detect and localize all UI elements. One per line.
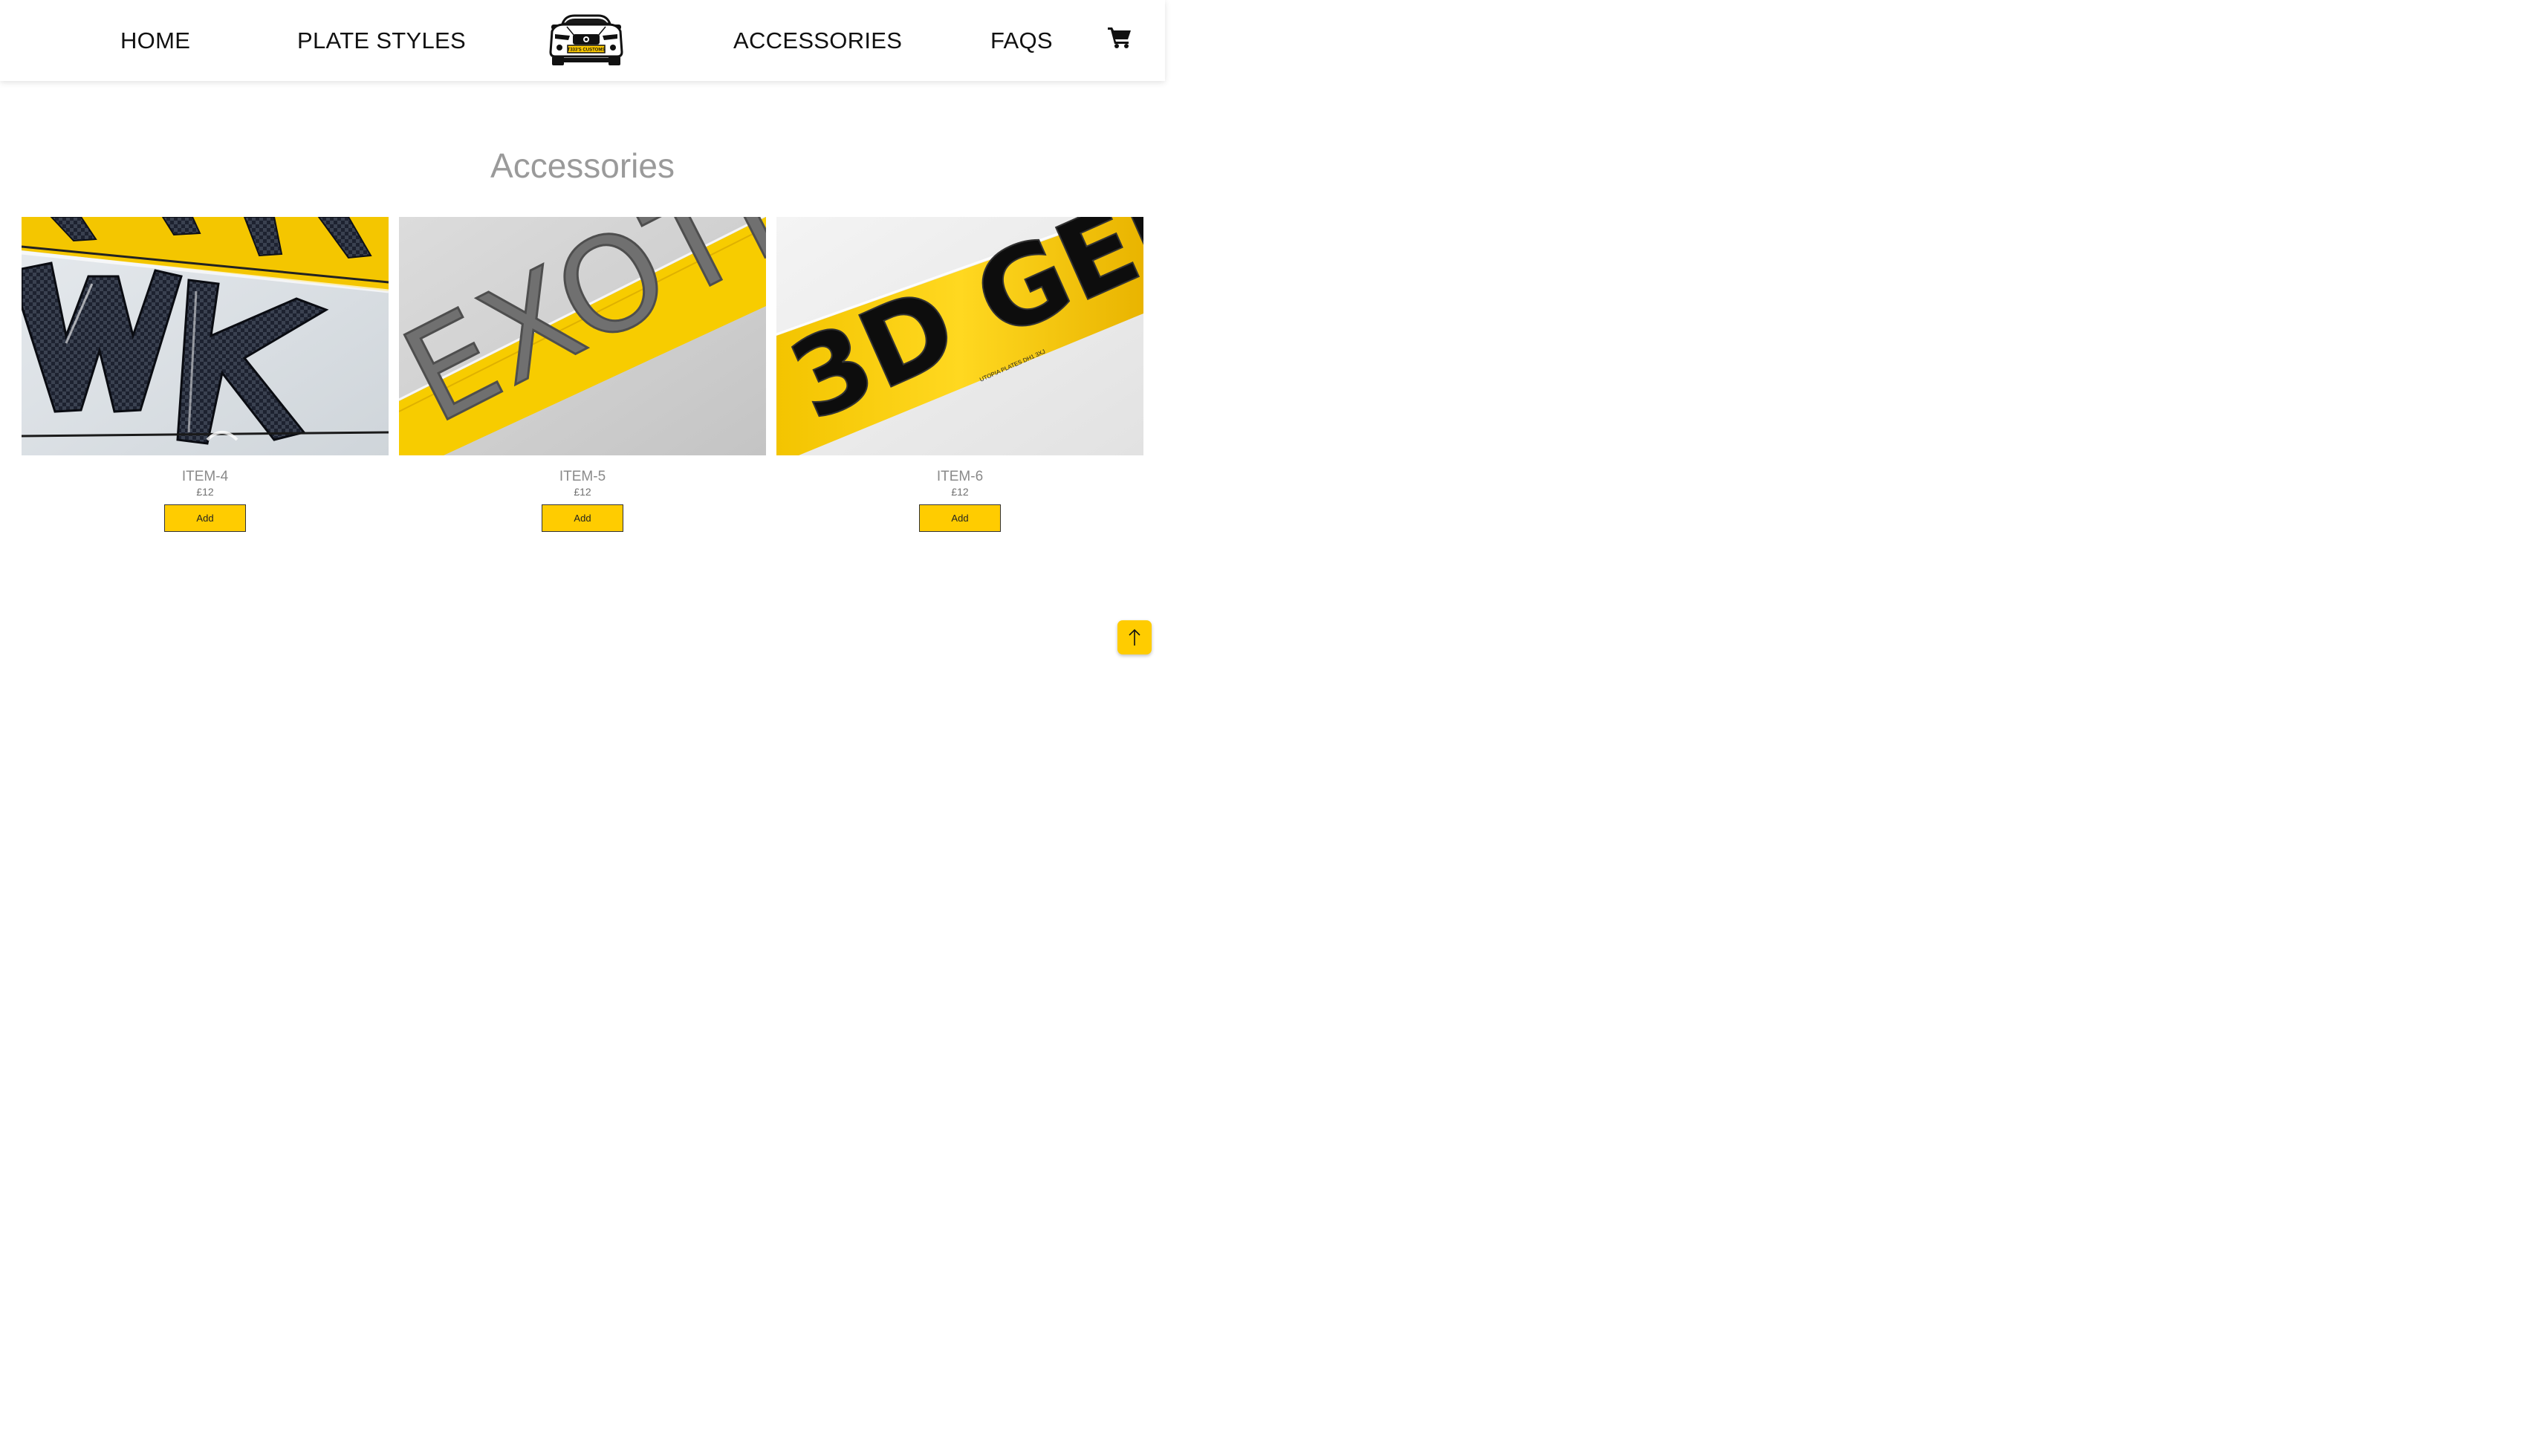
product-card: EXOTI ITEM-5 £12 Add — [399, 217, 766, 532]
add-to-cart-button[interactable]: Add — [919, 504, 1001, 532]
product-name: ITEM-6 — [936, 469, 984, 484]
back-to-top-button[interactable] — [1117, 620, 1152, 654]
nav-plate-styles-link[interactable]: PLATE STYLES — [297, 26, 466, 56]
nav-accessories-link[interactable]: ACCESSORIES — [733, 26, 902, 56]
shopping-cart-icon — [1108, 27, 1131, 48]
site-logo[interactable]: T333'S CUSTOMS — [545, 13, 628, 68]
product-card: WK ITEM-4 £12 Add — [22, 217, 389, 532]
carbon-plate-image: WK — [22, 217, 389, 455]
exotic-plate-image: EXOTI — [399, 217, 766, 455]
site-header: HOME PLATE STYLES T333'S CUSTOMS ACCESSO… — [0, 0, 1165, 81]
product-name: ITEM-5 — [559, 469, 606, 484]
page-title: Accessories — [490, 146, 675, 185]
product-image[interactable]: WK — [22, 217, 389, 455]
product-price: £12 — [951, 486, 969, 498]
nav-home-link[interactable]: HOME — [120, 26, 190, 56]
logo-plate-text: T333'S CUSTOMS — [568, 48, 606, 53]
nav-faqs-link[interactable]: FAQS — [990, 26, 1053, 56]
product-image[interactable]: EXOTI — [399, 217, 766, 455]
product-price: £12 — [574, 486, 591, 498]
car-logo-icon: T333'S CUSTOMS — [549, 14, 623, 65]
product-card: 3D GEL UTOPIA PLATES DH1 3XJ ITEM-6 £12 … — [776, 217, 1143, 532]
add-to-cart-button[interactable]: Add — [542, 504, 623, 532]
product-name: ITEM-4 — [181, 469, 229, 484]
arrow-up-icon — [1129, 628, 1140, 646]
add-to-cart-button[interactable]: Add — [164, 504, 246, 532]
3d-gel-plate-image: 3D GEL UTOPIA PLATES DH1 3XJ — [776, 217, 1143, 455]
cart-button[interactable] — [1107, 25, 1132, 49]
product-image[interactable]: 3D GEL UTOPIA PLATES DH1 3XJ — [776, 217, 1143, 455]
product-price: £12 — [196, 486, 214, 498]
